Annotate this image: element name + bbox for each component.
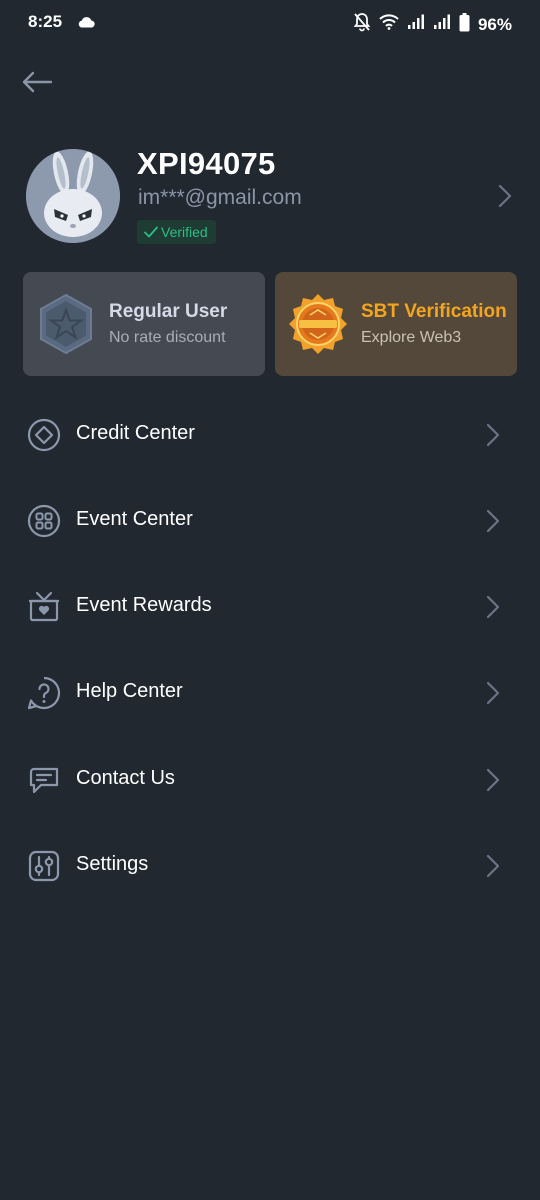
regular-user-subtitle: No rate discount: [109, 329, 226, 346]
avatar: [26, 149, 120, 243]
verified-label: Verified: [161, 224, 208, 240]
star-badge-icon: [40, 293, 92, 355]
menu-item-contact-us[interactable]: Contact Us: [0, 744, 540, 814]
chevron-right-icon: [486, 595, 500, 619]
chevron-right-icon: [486, 509, 500, 533]
chevron-right-icon: [486, 423, 500, 447]
profile-section[interactable]: XPI94075 im***@gmail.com Verified: [24, 146, 524, 246]
status-bar: 8:25 96%: [0, 0, 540, 46]
menu-item-credit-center[interactable]: Credit Center: [0, 399, 540, 469]
signal-icon: [433, 14, 451, 35]
regular-user-title: Regular User: [109, 301, 228, 322]
menu-item-event-rewards[interactable]: Event Rewards: [0, 571, 540, 641]
menu-item-event-center[interactable]: Event Center: [0, 485, 540, 555]
sbt-verification-title: SBT Verification: [361, 301, 507, 322]
status-time: 8:25: [28, 12, 63, 31]
menu-item-settings[interactable]: Settings: [0, 830, 540, 900]
wifi-icon: [379, 14, 399, 35]
notifications-off-icon: [353, 12, 371, 37]
regular-user-card[interactable]: Regular User No rate discount: [23, 272, 265, 376]
chevron-right-icon: [486, 768, 500, 792]
menu-label: Credit Center: [76, 422, 195, 444]
cloud-icon: [77, 15, 95, 33]
credit-center-icon: [27, 418, 61, 452]
signal-icon: [407, 14, 425, 35]
battery-icon: [459, 12, 470, 37]
event-center-icon: [27, 504, 61, 538]
menu-label: Contact Us: [76, 767, 175, 789]
settings-icon: [28, 850, 60, 882]
battery-percent: 96%: [477, 14, 512, 34]
menu-item-help-center[interactable]: Help Center: [0, 657, 540, 727]
menu-label: Settings: [76, 853, 149, 875]
sbt-verification-card[interactable]: SBT Verification Explore Web3: [275, 272, 517, 376]
account-page: 8:25 96% XPI94075 im***@gmail.com Verifi…: [0, 0, 540, 1200]
user-email: im***@gmail.com: [138, 186, 302, 209]
menu-label: Event Rewards: [76, 594, 212, 616]
chevron-right-icon: [498, 184, 512, 208]
verified-badge: Verified: [137, 220, 216, 244]
event-rewards-icon: [29, 591, 59, 622]
status-right: 96%: [353, 12, 512, 37]
chevron-right-icon: [486, 854, 500, 878]
arrow-left-icon: [22, 71, 53, 93]
username: XPI94075: [137, 146, 276, 181]
checkmark-icon: [144, 226, 158, 238]
menu-label: Event Center: [76, 508, 193, 530]
sbt-verification-subtitle: Explore Web3: [361, 329, 462, 346]
chevron-right-icon: [486, 681, 500, 705]
back-button[interactable]: [18, 64, 56, 100]
contact-us-icon: [29, 767, 59, 794]
help-center-icon: [27, 676, 61, 710]
menu-label: Help Center: [76, 680, 183, 702]
sbt-medal-icon: [289, 294, 347, 354]
